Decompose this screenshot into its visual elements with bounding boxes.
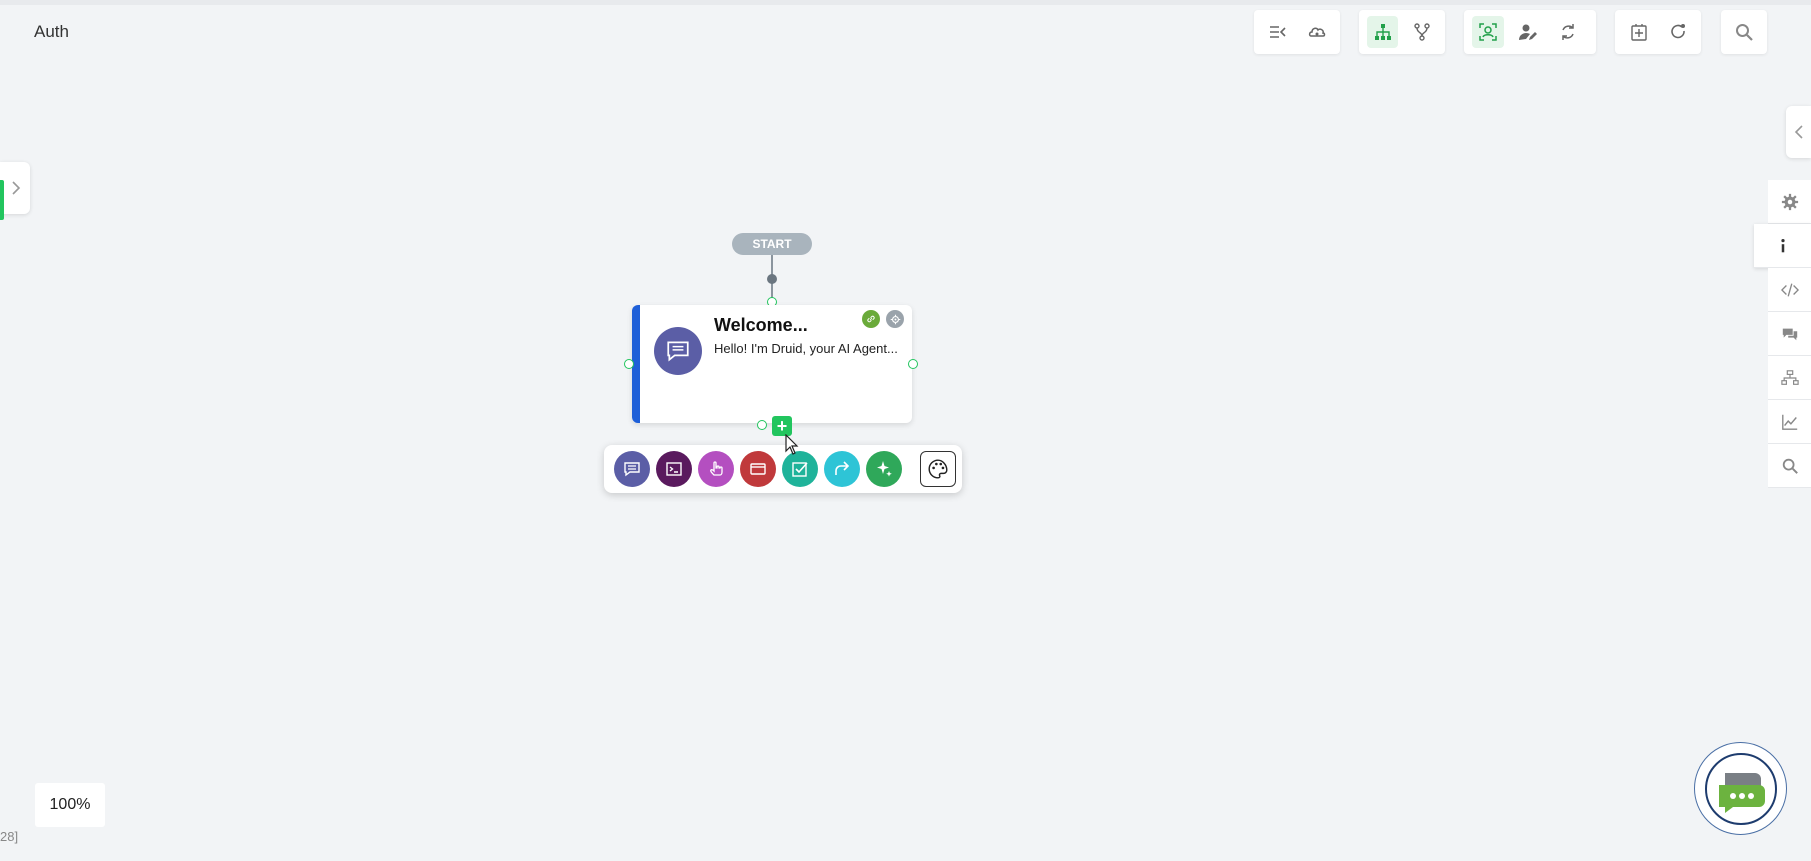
node-right-port[interactable] [908, 359, 918, 369]
ai-agent-icon[interactable] [1472, 16, 1504, 48]
rail-search-icon[interactable] [1768, 444, 1811, 488]
right-rail [1754, 180, 1811, 488]
palette-icon[interactable] [920, 451, 956, 487]
node-type-palette [604, 445, 962, 493]
add-node-button[interactable]: + [772, 416, 792, 436]
toolbar-group-flow [1359, 10, 1445, 54]
link-icon[interactable] [862, 310, 880, 328]
top-border [0, 0, 1811, 5]
toolbar-group-search [1721, 10, 1767, 54]
chat-bot-avatar [1704, 752, 1777, 825]
chevron-left-icon [1794, 125, 1803, 139]
collapse-list-icon[interactable] [1262, 16, 1293, 48]
node-title: Welcome... [714, 315, 808, 335]
code-icon[interactable] [1768, 268, 1811, 312]
right-panel-collapse-tab[interactable] [1786, 106, 1811, 158]
chat-icon[interactable] [1768, 312, 1811, 356]
terminal-icon[interactable] [656, 451, 692, 487]
message-icon [654, 327, 702, 375]
settings-icon[interactable] [1768, 180, 1811, 224]
flow-title: Auth [34, 22, 69, 41]
info-icon[interactable] [1754, 224, 1811, 268]
card-icon[interactable] [740, 451, 776, 487]
node-bottom-port[interactable] [757, 420, 767, 430]
cloud-brain-icon[interactable] [1301, 16, 1332, 48]
node-settings-icon[interactable] [886, 310, 904, 328]
reload-icon[interactable] [1662, 16, 1693, 48]
analytics-icon[interactable] [1768, 400, 1811, 444]
zoom-level[interactable]: 100% [35, 783, 105, 827]
checkbox-icon[interactable] [782, 451, 818, 487]
hand-pointer-icon[interactable] [698, 451, 734, 487]
left-panel-expand-tab[interactable] [0, 162, 30, 220]
user-edit-icon[interactable] [1512, 16, 1544, 48]
toolbar-group-view [1254, 10, 1340, 54]
chat-widget-button[interactable] [1694, 742, 1787, 835]
mouse-cursor-icon [785, 434, 799, 455]
toolbar-group-actions [1615, 10, 1701, 54]
search-icon[interactable] [1728, 16, 1760, 48]
branch-icon[interactable] [1406, 16, 1437, 48]
welcome-message-node[interactable]: Welcome... Hello! I'm Druid, your AI Age… [632, 305, 912, 423]
sparkles-icon[interactable] [866, 451, 902, 487]
flow-tree-icon[interactable] [1367, 16, 1398, 48]
corner-label: 28] [0, 829, 19, 844]
chevron-right-icon [12, 181, 21, 195]
node-left-port[interactable] [624, 359, 634, 369]
integrations-icon[interactable] [1768, 356, 1811, 400]
node-message-preview: Hello! I'm Druid, your AI Agent... [714, 341, 898, 356]
toolbar-group-agent [1464, 10, 1596, 54]
refresh-icon[interactable] [1552, 16, 1584, 48]
connector-dot [767, 274, 777, 284]
redirect-arrow-icon[interactable] [824, 451, 860, 487]
add-flow-icon[interactable] [1623, 16, 1654, 48]
message-icon[interactable] [614, 451, 650, 487]
active-indicator [0, 180, 4, 220]
start-node[interactable]: START [732, 233, 812, 255]
chat-bubble-icon [1718, 772, 1765, 813]
